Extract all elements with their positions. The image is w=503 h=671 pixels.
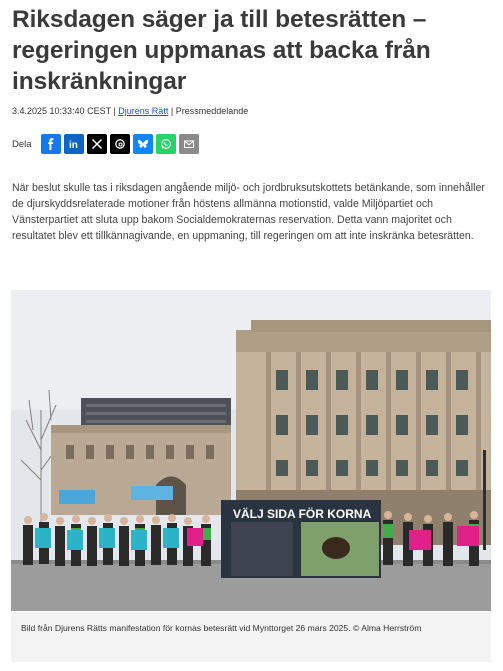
share-facebook-button[interactable] xyxy=(40,134,61,154)
share-linkedin-button[interactable]: in xyxy=(63,134,84,154)
linkedin-icon: in xyxy=(69,140,78,150)
meta-separator: | xyxy=(170,106,174,116)
protest-banner: VÄLJ SIDA FÖR KORNA xyxy=(221,500,381,578)
threads-icon xyxy=(114,139,125,149)
publish-date: 3.4.2025 10:33:40 CEST xyxy=(12,106,111,116)
photo-caption: Bild från Djurens Rätts manifestation fö… xyxy=(11,612,491,662)
whatsapp-icon xyxy=(160,138,171,150)
share-bluesky-button[interactable] xyxy=(132,134,153,154)
source-link[interactable]: Djurens Rätt xyxy=(118,106,168,116)
share-x-button[interactable] xyxy=(86,134,107,154)
facebook-icon xyxy=(47,138,53,150)
article-title: Riksdagen säger ja till betesrätten – re… xyxy=(12,6,431,95)
svg-text:in: in xyxy=(69,140,78,150)
share-bar: Dela in xyxy=(12,133,199,155)
article-photo[interactable]: VÄLJ SIDA FÖR KORNA xyxy=(11,290,491,611)
x-icon xyxy=(91,138,102,150)
meta-separator: | xyxy=(113,106,116,116)
email-icon xyxy=(183,140,194,148)
share-threads-button[interactable] xyxy=(109,134,130,154)
article-meta: 3.4.2025 10:33:40 CEST | Djurens Rätt | … xyxy=(12,106,248,116)
article-body: När beslut skulle tas i riksdagen angåen… xyxy=(12,182,485,242)
press-release-page: Riksdagen säger ja till betesrätten – re… xyxy=(0,0,503,671)
share-email-button[interactable] xyxy=(178,134,199,154)
protest-photo-illustration: VÄLJ SIDA FÖR KORNA xyxy=(11,290,491,611)
article-type: Pressmeddelande xyxy=(175,106,249,116)
share-label: Dela xyxy=(12,138,32,150)
share-whatsapp-button[interactable] xyxy=(155,134,176,154)
banner-text: VÄLJ SIDA FÖR KORNA xyxy=(233,506,372,521)
bluesky-icon xyxy=(137,139,148,148)
